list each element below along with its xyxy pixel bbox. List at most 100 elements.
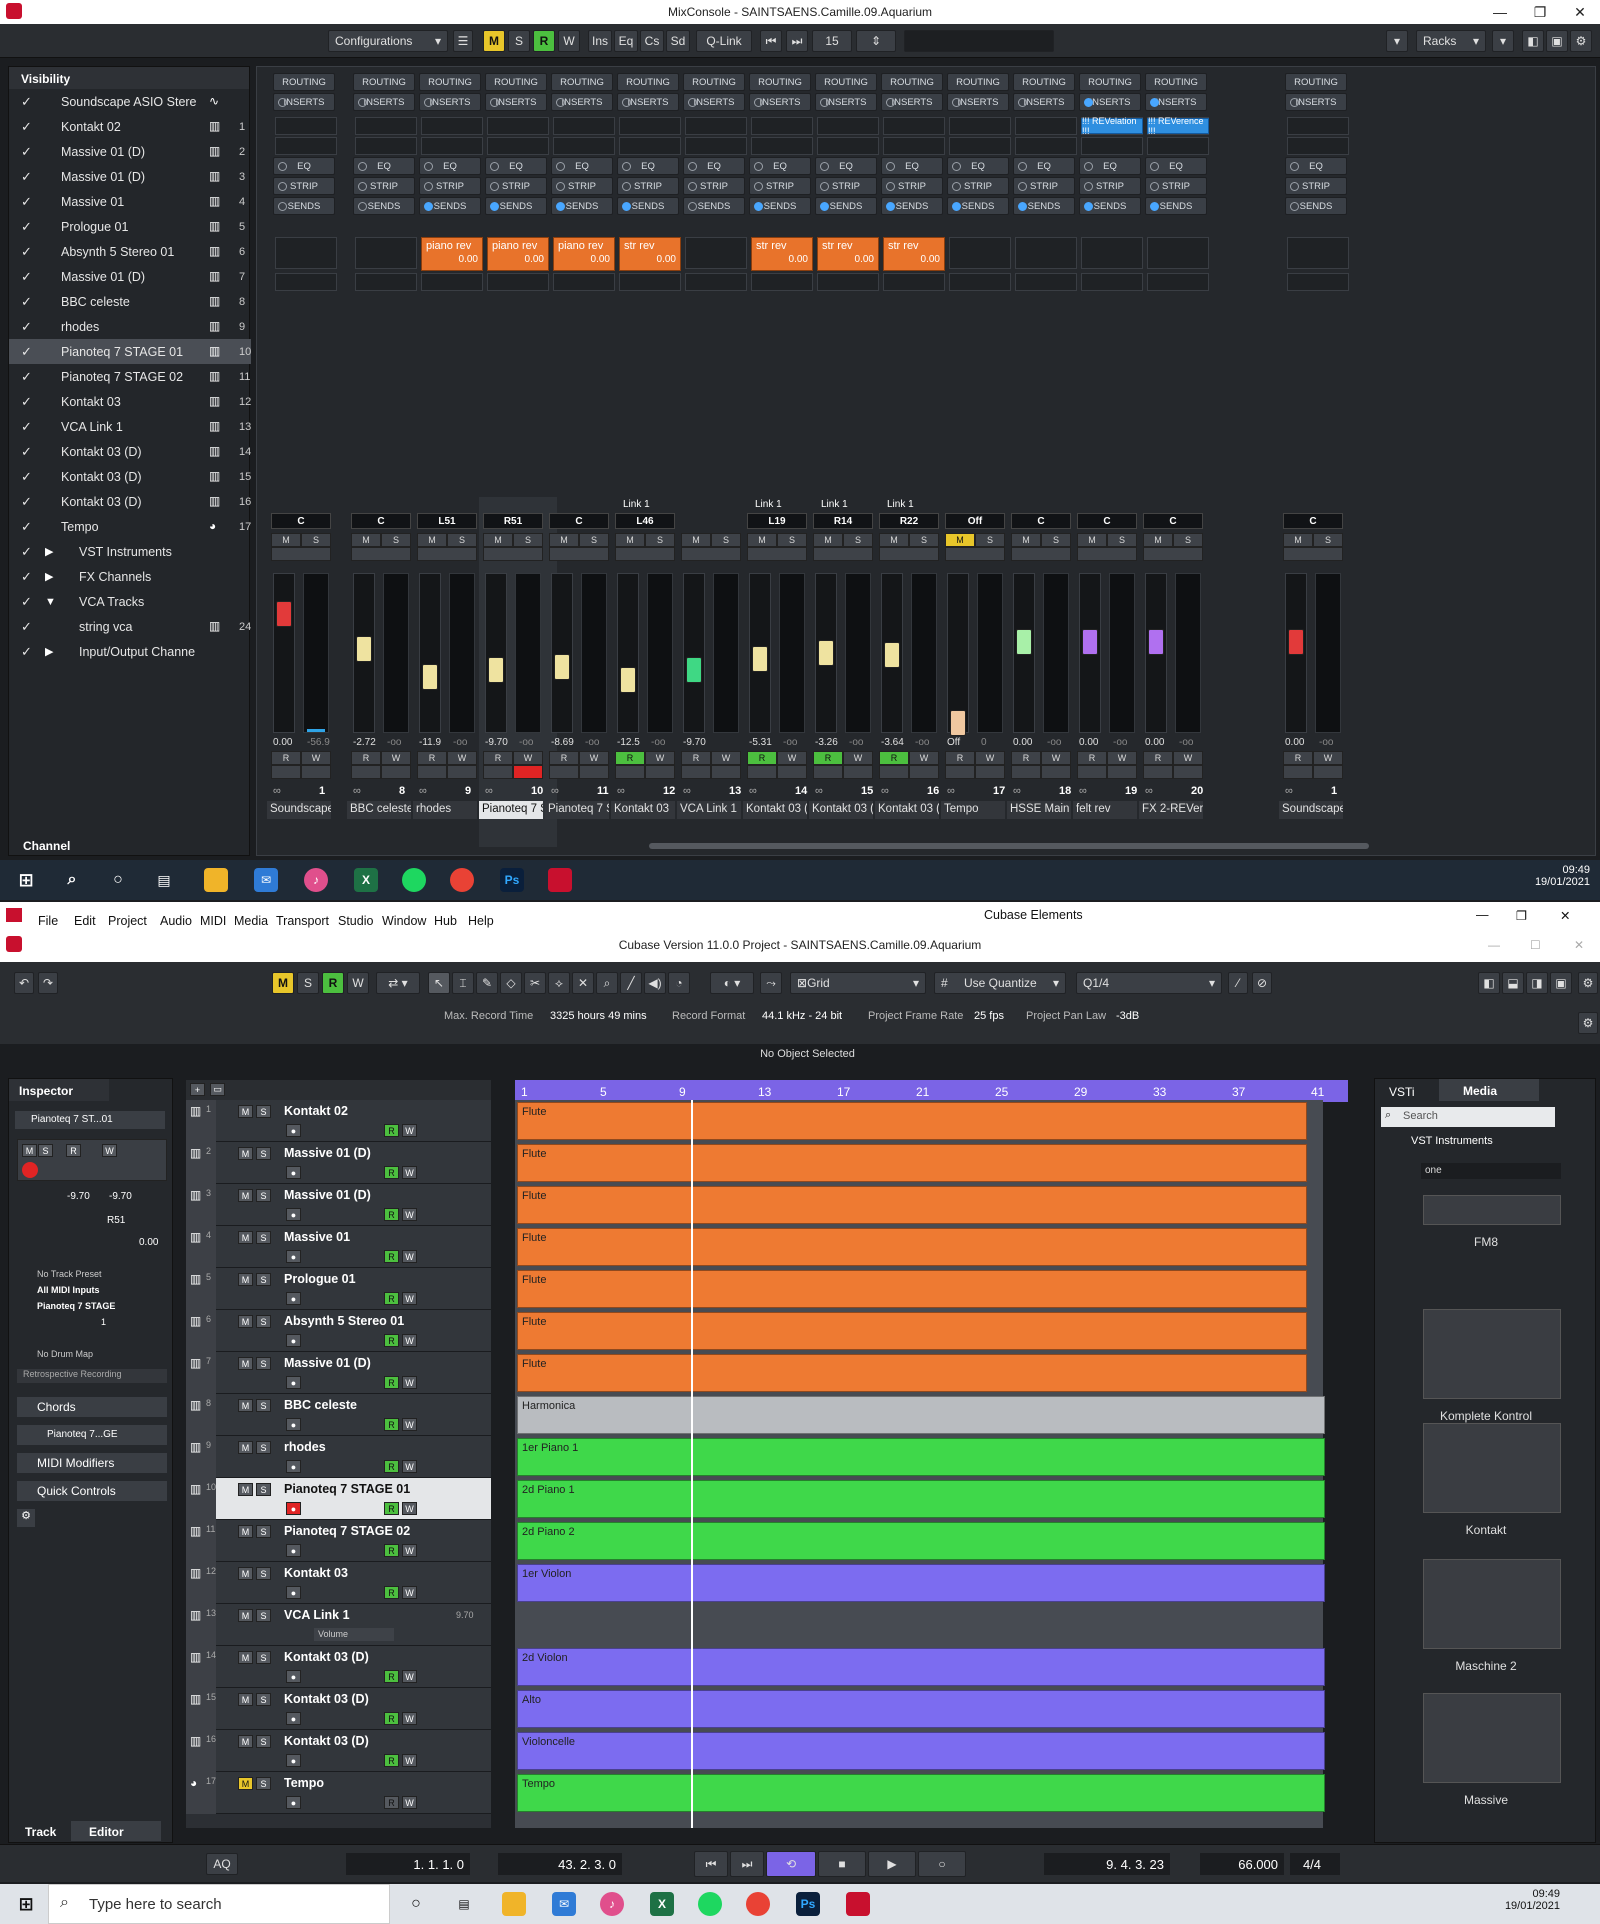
track-name[interactable]: BBC celeste [284, 1398, 357, 1412]
write-automation-button[interactable]: W [402, 1250, 417, 1263]
monitor-button[interactable] [271, 765, 301, 779]
mute-button[interactable]: M [238, 1735, 253, 1748]
channel-count-field[interactable]: 15 [812, 30, 852, 52]
write-automation-button[interactable]: W [402, 1292, 417, 1305]
solo-button[interactable]: S [256, 1483, 271, 1496]
inserts-rack-header[interactable]: INSERTS [273, 93, 335, 111]
insert-plugin[interactable]: !!! REVerence !!! [1147, 116, 1209, 136]
strip-rack-header[interactable]: STRIP [683, 177, 745, 195]
strip-rack-header[interactable]: STRIP [551, 177, 613, 195]
checkmark-icon[interactable]: ✓ [21, 594, 32, 610]
instrument-name[interactable]: Kontakt [1375, 1523, 1597, 1537]
send-slot-active[interactable]: str rev 0.00 [883, 237, 945, 271]
chords-section[interactable]: Chords [17, 1397, 167, 1417]
sends-rack-header[interactable]: SENDS [1145, 197, 1207, 215]
listen-button[interactable] [681, 547, 741, 561]
mute-button[interactable]: M [238, 1399, 253, 1412]
configurations-dropdown[interactable]: Configurations ▾ [328, 30, 448, 52]
menu-item[interactable]: Window [382, 914, 426, 928]
visibility-item[interactable]: ✓ Absynth 5 Stereo 01 ▥ 6 [9, 239, 251, 264]
inspector-tab[interactable]: Inspector [9, 1079, 109, 1101]
write-automation-button[interactable]: W [402, 1334, 417, 1347]
visibility-item[interactable]: ✓ ▶ FX Channels [9, 564, 251, 589]
checkmark-icon[interactable]: ✓ [21, 219, 32, 235]
record-enable-button[interactable]: ● [286, 1544, 301, 1557]
editor-tab[interactable]: Editor [71, 1821, 161, 1841]
spotify-icon[interactable] [698, 1892, 722, 1916]
task-view-icon[interactable]: ▤ [452, 1892, 476, 1916]
excel-icon[interactable]: X [650, 1892, 674, 1916]
read-automation-button[interactable]: R [384, 1670, 399, 1683]
channel-name[interactable]: BBC celeste [347, 801, 411, 819]
power-icon[interactable] [1150, 98, 1159, 107]
write-automation-button[interactable]: W [402, 1166, 417, 1179]
visibility-item[interactable]: ✓ BBC celeste ▥ 8 [9, 289, 251, 314]
mute-button[interactable]: M [945, 533, 975, 547]
track-row[interactable]: ◕ 17 M S Tempo R W ● [186, 1772, 491, 1814]
eq-rack-header[interactable]: EQ [1079, 157, 1141, 175]
go-to-end-icon[interactable]: ⏭ [730, 1851, 764, 1877]
mute-button[interactable]: M [238, 1651, 253, 1664]
channel-name[interactable]: felt rev [1073, 801, 1137, 819]
sends-rack-header[interactable]: SENDS [881, 197, 943, 215]
chrome-icon[interactable] [746, 1892, 770, 1916]
solo-button[interactable]: S [256, 1399, 271, 1412]
pan-display[interactable]: L51 [417, 513, 477, 529]
mute-button[interactable]: M [483, 533, 513, 547]
checkmark-icon[interactable]: ✓ [21, 144, 32, 160]
mute-button[interactable]: M [351, 533, 381, 547]
power-icon[interactable] [490, 162, 499, 171]
visibility-item[interactable]: ✓ Kontakt 02 ▥ 1 [9, 114, 251, 139]
channel-name[interactable]: Soundscape / [1279, 801, 1343, 819]
send-slot-active[interactable]: str rev 0.00 [817, 237, 879, 271]
menu-item[interactable]: Project [108, 914, 147, 928]
channel-name[interactable]: VCA Link 1 [677, 801, 741, 819]
routing-rack-header[interactable]: ROUTING [1013, 73, 1075, 91]
eq-rack-header[interactable]: EQ [273, 157, 335, 175]
windows-start-icon[interactable]: ⊞ [14, 1892, 38, 1916]
insert-slot[interactable] [275, 117, 337, 135]
midi-part[interactable]: Flute [517, 1102, 1307, 1140]
track-name[interactable]: Massive 01 (D) [284, 1146, 371, 1160]
routing-rack-header[interactable]: ROUTING [419, 73, 481, 91]
power-icon[interactable] [1018, 182, 1027, 191]
power-icon[interactable] [820, 162, 829, 171]
power-icon[interactable] [1018, 162, 1027, 171]
channel-tab[interactable]: Channel [23, 839, 70, 853]
midi-part[interactable]: 2d Piano 2 [517, 1522, 1325, 1560]
write-button[interactable]: W [579, 751, 609, 765]
listen-button[interactable] [615, 547, 675, 561]
gear-icon[interactable]: ⚙ [1578, 1012, 1598, 1034]
inserts-rack-header[interactable]: INSERTS [947, 93, 1009, 111]
solo-button[interactable]: S [711, 533, 741, 547]
send-slot[interactable] [1147, 237, 1209, 269]
record-enable-button[interactable]: ● [286, 1502, 301, 1515]
monitor-button[interactable] [681, 765, 711, 779]
monitor-button[interactable] [549, 765, 579, 779]
menu-item[interactable]: MIDI [200, 914, 226, 928]
solo-button[interactable]: S [256, 1315, 271, 1328]
sends-rack-header[interactable]: SENDS [273, 197, 335, 215]
routing-rack-header[interactable]: ROUTING [485, 73, 547, 91]
monitor-button[interactable] [813, 765, 843, 779]
midi-part[interactable]: Flute [517, 1270, 1307, 1308]
power-icon[interactable] [1018, 98, 1027, 107]
instrument-name[interactable]: Maschine 2 [1375, 1659, 1597, 1673]
power-icon[interactable] [754, 182, 763, 191]
midi-part[interactable]: Alto [517, 1690, 1325, 1728]
itunes-icon[interactable]: ♪ [600, 1892, 624, 1916]
visibility-item[interactable]: ✓ ▶ VST Instruments [9, 539, 251, 564]
photoshop-icon[interactable]: Ps [500, 868, 524, 892]
mute-button[interactable]: M [879, 533, 909, 547]
power-icon[interactable] [556, 98, 565, 107]
checkmark-icon[interactable]: ✓ [21, 244, 32, 260]
cubase-taskbar-icon[interactable] [548, 868, 572, 892]
fader-track[interactable] [947, 573, 969, 733]
routing-rack-header[interactable]: ROUTING [1079, 73, 1141, 91]
link-icon[interactable]: ∞ [749, 785, 757, 797]
link-icon[interactable]: ∞ [551, 785, 559, 797]
sends-toggle[interactable]: Sd [666, 30, 690, 52]
write-button[interactable]: W [909, 751, 939, 765]
power-icon[interactable] [358, 162, 367, 171]
power-icon[interactable] [1018, 202, 1027, 211]
